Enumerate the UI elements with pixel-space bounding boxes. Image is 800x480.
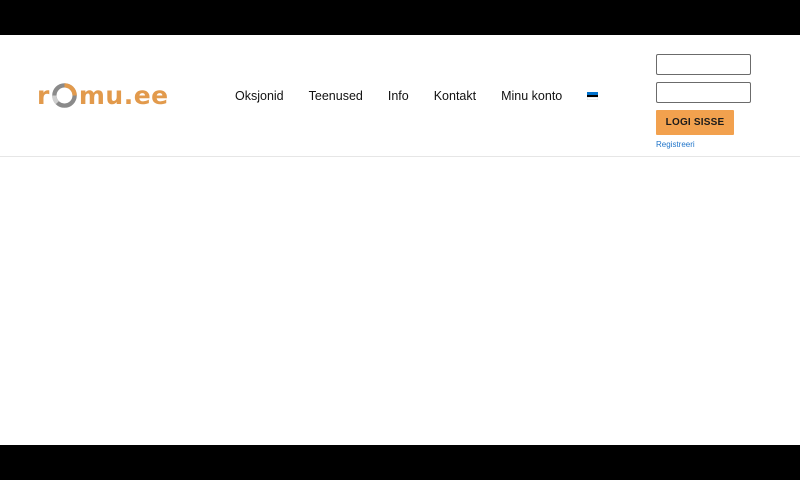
register-link[interactable]: Registreeri [656,140,766,149]
site-header: r mu.ee Oksjonid Teenused Info Kontakt M… [0,35,800,157]
main-nav: Oksjonid Teenused Info Kontakt Minu kont… [235,85,599,107]
login-form: LOGI SISSE Registreeri [656,54,766,149]
username-input[interactable] [656,54,751,75]
logo-prefix: r [37,80,50,110]
nav-item-minu-konto[interactable]: Minu konto [501,89,562,103]
letterbox-top [0,0,800,35]
password-input[interactable] [656,82,751,103]
page: r mu.ee Oksjonid Teenused Info Kontakt M… [0,35,800,445]
site-logo[interactable]: r mu.ee [37,78,169,112]
login-button[interactable]: LOGI SISSE [656,110,734,135]
letterbox-bottom [0,445,800,480]
nav-item-kontakt[interactable]: Kontakt [434,89,476,103]
nav-item-oksjonid[interactable]: Oksjonid [235,89,284,103]
nav-item-teenused[interactable]: Teenused [309,89,363,103]
logo-suffix: mu.ee [78,80,169,110]
nav-item-info[interactable]: Info [388,89,409,103]
estonia-flag-icon[interactable] [587,92,599,101]
logo-ring-icon [52,82,77,108]
